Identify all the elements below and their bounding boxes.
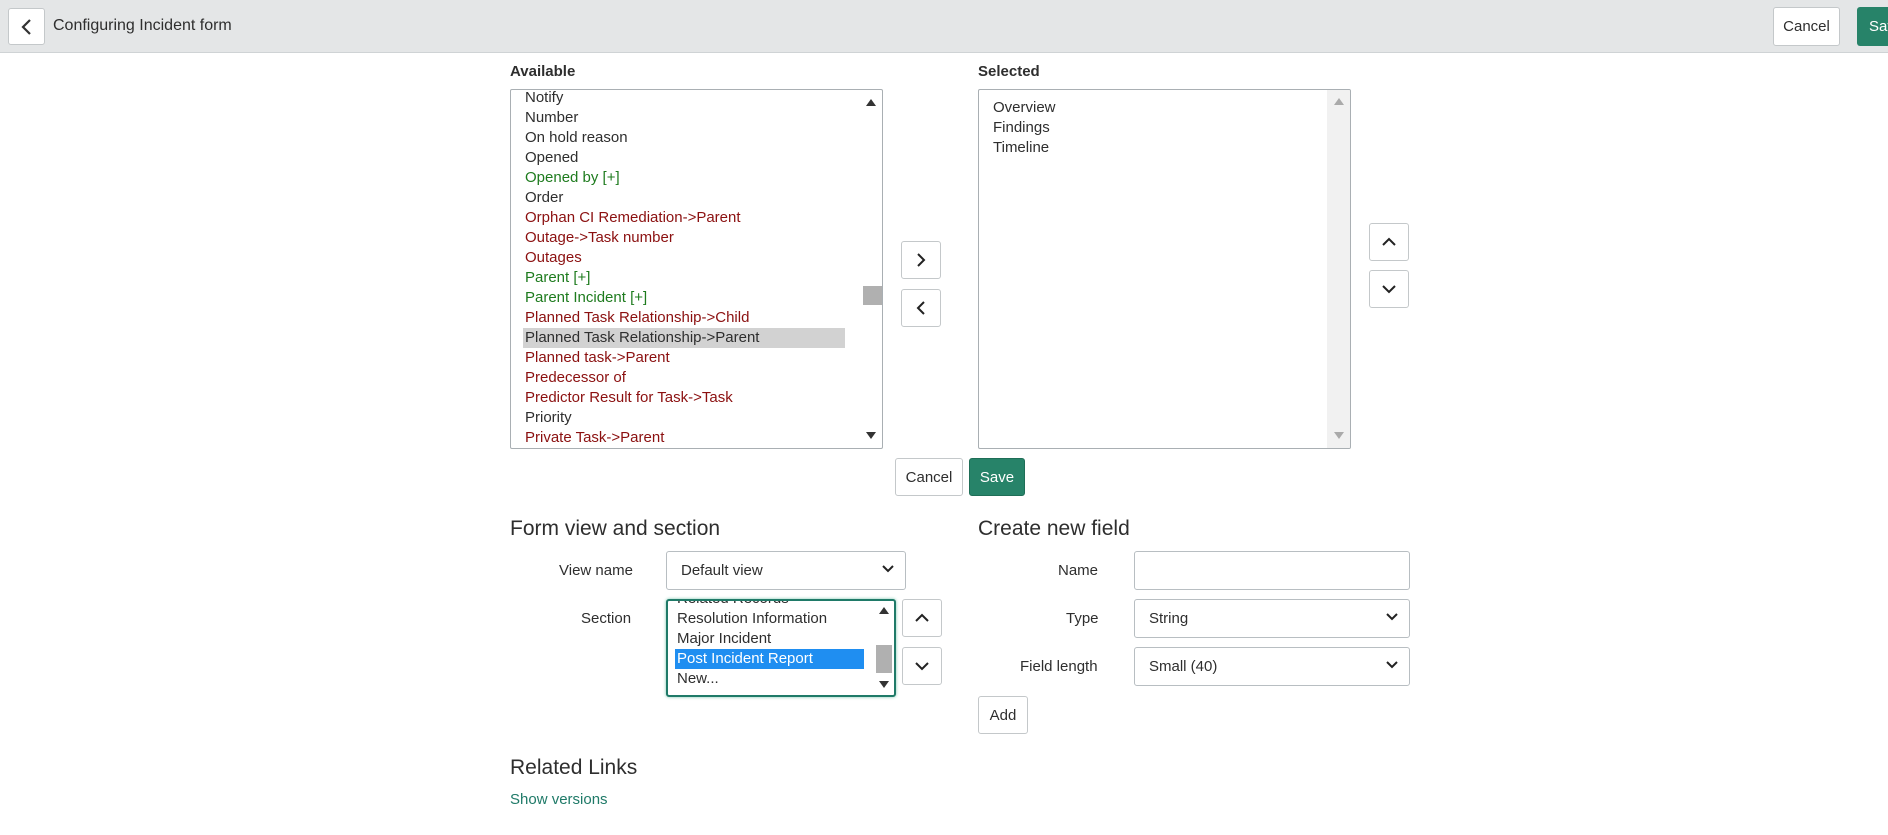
- form-header: Configuring Incident form Cancel Sav: [0, 0, 1888, 53]
- available-scrollbar[interactable]: [859, 90, 882, 448]
- field-length-select[interactable]: Small (40): [1134, 647, 1410, 686]
- available-list-item[interactable]: Order: [523, 188, 845, 208]
- selected-list-item[interactable]: Overview: [991, 98, 1313, 118]
- move-down-button[interactable]: [1369, 270, 1409, 308]
- move-left-button[interactable]: [901, 289, 941, 327]
- available-list-item[interactable]: Planned Task Relationship->Parent: [523, 328, 845, 348]
- selected-list-item[interactable]: Timeline: [991, 138, 1313, 158]
- available-list-item[interactable]: Opened by [+]: [523, 168, 845, 188]
- back-button[interactable]: [8, 8, 45, 45]
- chevron-left-icon: [20, 18, 31, 35]
- section-list-item[interactable]: New...: [675, 669, 864, 689]
- move-right-button[interactable]: [901, 241, 941, 279]
- available-list-item[interactable]: Number: [523, 108, 845, 128]
- slushbucket-cancel-button[interactable]: Cancel: [895, 458, 963, 496]
- section-list-item[interactable]: Resolution Information: [675, 609, 864, 629]
- show-versions-link[interactable]: Show versions: [510, 791, 608, 808]
- chevron-left-icon: [916, 301, 925, 315]
- section-list[interactable]: Related RecordsResolution InformationMaj…: [666, 599, 896, 697]
- available-list-item[interactable]: Orphan CI Remediation->Parent: [523, 208, 845, 228]
- section-scrollbar[interactable]: [874, 601, 894, 695]
- scroll-down-arrow-icon[interactable]: [879, 681, 889, 688]
- selected-list-item[interactable]: Findings: [991, 118, 1313, 138]
- selected-list[interactable]: Overview Findings Timeline: [978, 89, 1351, 449]
- chevron-down-icon: [1386, 613, 1398, 621]
- available-list-item[interactable]: Planned task->Parent: [523, 348, 845, 368]
- scroll-up-arrow-icon[interactable]: [866, 99, 876, 106]
- view-name-select[interactable]: Default view: [666, 551, 906, 590]
- scroll-up-arrow-icon[interactable]: [1334, 98, 1344, 105]
- available-list-item[interactable]: Outage->Task number: [523, 228, 845, 248]
- chevron-down-icon: [882, 565, 894, 573]
- type-select[interactable]: String: [1134, 599, 1410, 638]
- available-list-item[interactable]: On hold reason: [523, 128, 845, 148]
- chevron-right-icon: [917, 253, 926, 267]
- available-list-item[interactable]: Opened: [523, 148, 845, 168]
- section-list-item[interactable]: Major Incident: [675, 629, 864, 649]
- field-length-value: Small (40): [1149, 658, 1218, 675]
- move-up-button[interactable]: [1369, 223, 1409, 261]
- section-list-items: Related RecordsResolution InformationMaj…: [675, 601, 864, 689]
- type-label: Type: [1066, 610, 1099, 627]
- scrollbar-thumb[interactable]: [876, 645, 892, 673]
- header-save-button[interactable]: Sav: [1857, 7, 1888, 46]
- available-list-item[interactable]: Predecessor of: [523, 368, 845, 388]
- available-list-item[interactable]: Planned Task Relationship->Child: [523, 308, 845, 328]
- selected-label: Selected: [978, 63, 1040, 80]
- slushbucket-save-button[interactable]: Save: [969, 458, 1025, 496]
- scroll-down-arrow-icon[interactable]: [1334, 432, 1344, 439]
- available-list[interactable]: Notify Number On hold reason Opened Opened b…: [510, 89, 883, 449]
- section-label: Section: [581, 610, 632, 627]
- available-list-item[interactable]: Notify: [523, 90, 845, 108]
- selected-list-items: Overview Findings Timeline: [991, 98, 1313, 158]
- name-field[interactable]: [1134, 551, 1410, 590]
- add-field-button[interactable]: Add: [978, 696, 1028, 734]
- type-value: String: [1149, 610, 1189, 627]
- field-length-label: Field length: [1020, 658, 1098, 675]
- section-move-up-button[interactable]: [902, 599, 942, 637]
- name-label: Name: [1058, 562, 1099, 579]
- available-list-item[interactable]: Predictor Result for Task->Task: [523, 388, 845, 408]
- view-name-value: Default view: [681, 562, 763, 579]
- available-list-item[interactable]: Priority: [523, 408, 845, 428]
- section-list-item[interactable]: Post Incident Report: [675, 649, 864, 669]
- chevron-down-icon: [1386, 661, 1398, 669]
- scroll-down-arrow-icon[interactable]: [866, 432, 876, 439]
- header-cancel-button[interactable]: Cancel: [1773, 7, 1840, 46]
- chevron-up-icon: [915, 613, 929, 622]
- available-label: Available: [510, 63, 576, 80]
- selected-scrollbar[interactable]: [1327, 90, 1350, 448]
- available-list-item[interactable]: Parent [+]: [523, 268, 845, 288]
- view-name-label: View name: [559, 562, 633, 579]
- available-list-item[interactable]: Outages: [523, 248, 845, 268]
- related-links-title: Related Links: [510, 756, 638, 779]
- chevron-down-icon: [1382, 285, 1396, 294]
- page-title: Configuring Incident form: [53, 17, 232, 34]
- section-move-down-button[interactable]: [902, 647, 942, 685]
- available-list-items: Notify Number On hold reason Opened Opened b…: [523, 90, 845, 448]
- form-view-section-title: Form view and section: [510, 517, 721, 540]
- available-list-item[interactable]: Parent Incident [+]: [523, 288, 845, 308]
- chevron-up-icon: [1382, 237, 1396, 246]
- scrollbar-thumb[interactable]: [863, 286, 882, 305]
- create-field-title: Create new field: [978, 517, 1130, 540]
- section-list-item[interactable]: Related Records: [675, 601, 864, 609]
- available-list-item[interactable]: Private Task->Parent: [523, 428, 845, 448]
- chevron-down-icon: [915, 662, 929, 671]
- scroll-up-arrow-icon[interactable]: [879, 607, 889, 614]
